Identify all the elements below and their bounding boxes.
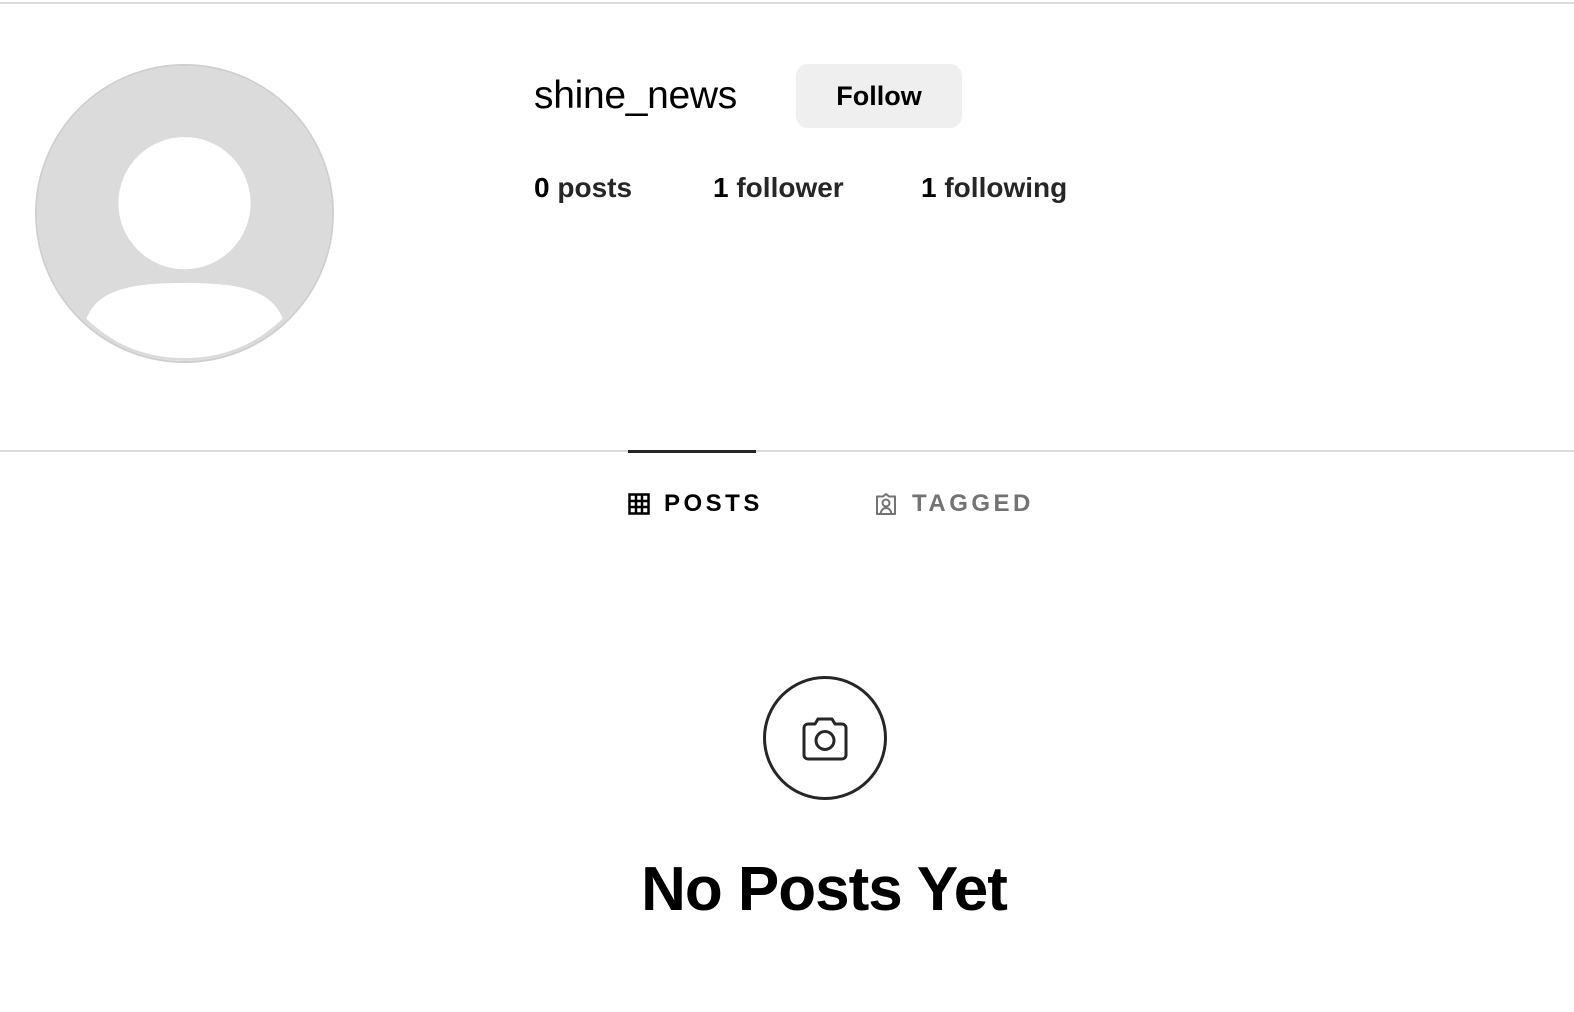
default-avatar-icon: [37, 66, 332, 361]
tab-tagged[interactable]: TAGGED: [874, 486, 1034, 522]
posts-label: posts: [557, 172, 633, 203]
posts-stat[interactable]: 0 posts: [534, 168, 632, 208]
posts-count: 0: [534, 172, 550, 203]
empty-state-title: No Posts Yet: [641, 855, 1008, 924]
empty-state-camera-circle: [763, 676, 887, 800]
top-border: [0, 2, 1574, 4]
tab-tagged-label: TAGGED: [912, 490, 1034, 517]
following-label: following: [944, 172, 1068, 203]
camera-icon: [802, 717, 848, 761]
followers-stat[interactable]: 1 follower: [713, 168, 844, 208]
tab-posts-label: POSTS: [664, 490, 763, 517]
tabs-divider: [0, 450, 1574, 452]
follow-button[interactable]: Follow: [796, 64, 962, 128]
active-tab-indicator: [628, 450, 756, 453]
following-stat[interactable]: 1 following: [921, 168, 1067, 208]
followers-label: follower: [736, 172, 844, 203]
username: shine_news: [534, 74, 737, 117]
following-count: 1: [921, 172, 937, 203]
tab-posts[interactable]: POSTS: [628, 486, 763, 522]
followers-count: 1: [713, 172, 729, 203]
grid-icon: [628, 493, 650, 515]
avatar[interactable]: [35, 64, 334, 363]
tagged-user-icon: [876, 493, 896, 515]
